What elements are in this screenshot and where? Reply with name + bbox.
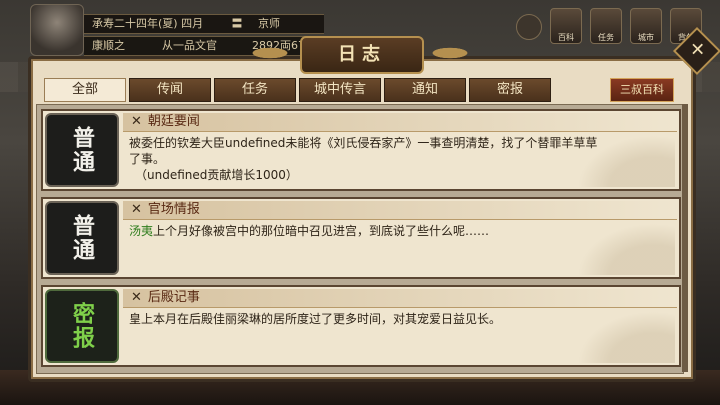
tab-city-rumors[interactable]: 城中传言 xyxy=(299,78,381,102)
hud-icon-3[interactable]: 城市 xyxy=(630,8,662,44)
normal-badge: 普通 xyxy=(45,113,119,187)
hud-rank: 从一品文官 xyxy=(162,39,217,52)
hud-icon-1[interactable]: 百科 xyxy=(550,8,582,44)
hud-date-bar: 承寿二十四年(夏) 四月 〓 京师 xyxy=(84,14,324,34)
hud-icon-group: 百科 任务 城市 背包 xyxy=(516,8,702,44)
hud-icon-2[interactable]: 任务 xyxy=(590,8,622,44)
character-name-link[interactable]: 汤夷 xyxy=(129,224,153,238)
landscape-decoration xyxy=(565,303,675,363)
title-ornament-right xyxy=(420,44,480,62)
list-scrollbar[interactable] xyxy=(682,104,688,372)
entry-body: 皇上本月在后殿佳丽梁琳的居所度过了更多时间，对其宠爱日益见长。 xyxy=(129,311,599,327)
hud-player-name: 康顺之 xyxy=(92,39,125,52)
close-icon: ✕ xyxy=(690,39,706,61)
entry-text: 上个月好像被宫中的那位暗中召见进宫，到底说了些什么呢…… xyxy=(153,224,490,238)
log-entry: 密报 ✕ 后殿记事 皇上本月在后殿佳丽梁琳的居所度过了更多时间，对其宠爱日益见长。 xyxy=(41,285,681,367)
entry-title: 朝廷要闻 xyxy=(147,114,200,129)
badge-label: 普通 xyxy=(69,214,95,262)
log-entry-list[interactable]: 普通 ✕ 朝廷要闻 被委任的钦差大臣undefined未能将《刘氏侵吞家产》一事查… xyxy=(36,104,684,374)
log-tabs: 全部 传闻 任务 城中传言 通知 密报 xyxy=(44,78,551,102)
hud-date: 承寿二十四年(夏) 四月 xyxy=(92,17,204,30)
entry-text: 被委任的钦差大臣undefined未能将《刘氏侵吞家产》一事查明清楚，找了个替罪… xyxy=(129,136,598,166)
tab-tasks[interactable]: 任务 xyxy=(214,78,296,102)
hud-separator: 〓 xyxy=(231,17,243,30)
wiki-button[interactable]: 三叔百科 xyxy=(610,78,674,102)
badge-label: 普通 xyxy=(69,126,95,174)
badge-label: 密报 xyxy=(69,302,95,350)
entry-title: 官场情报 xyxy=(147,202,200,217)
tab-rumors[interactable]: 传闻 xyxy=(129,78,211,102)
landscape-decoration xyxy=(565,127,675,187)
player-avatar[interactable] xyxy=(30,4,84,56)
tab-notices[interactable]: 通知 xyxy=(384,78,466,102)
settings-gear-icon[interactable] xyxy=(516,14,542,40)
cross-icon: ✕ xyxy=(131,202,142,217)
cross-icon: ✕ xyxy=(131,114,142,129)
entry-body: 被委任的钦差大臣undefined未能将《刘氏侵吞家产》一事查明清楚，找了个替罪… xyxy=(129,135,599,183)
hud-location: 京师 xyxy=(258,17,280,30)
log-entry: 普通 ✕ 朝廷要闻 被委任的钦差大臣undefined未能将《刘氏侵吞家产》一事查… xyxy=(41,109,681,191)
entry-subtext: （undefined贡献增长1000） xyxy=(135,168,298,182)
entry-title: 后殿记事 xyxy=(147,290,200,305)
tab-secret-reports[interactable]: 密报 xyxy=(469,78,551,102)
title-ornament-left xyxy=(240,44,300,62)
secret-badge: 密报 xyxy=(45,289,119,363)
entry-text: 皇上本月在后殿佳丽梁琳的居所度过了更多时间，对其宠爱日益见长。 xyxy=(129,312,502,326)
landscape-decoration xyxy=(565,215,675,275)
normal-badge: 普通 xyxy=(45,201,119,275)
panel-title: 日志 xyxy=(300,36,424,74)
cross-icon: ✕ xyxy=(131,290,142,305)
entry-body: 汤夷上个月好像被宫中的那位暗中召见进宫，到底说了些什么呢…… xyxy=(129,223,599,239)
log-entry: 普通 ✕ 官场情报 汤夷上个月好像被宫中的那位暗中召见进宫，到底说了些什么呢…… xyxy=(41,197,681,279)
tab-all[interactable]: 全部 xyxy=(44,78,126,102)
